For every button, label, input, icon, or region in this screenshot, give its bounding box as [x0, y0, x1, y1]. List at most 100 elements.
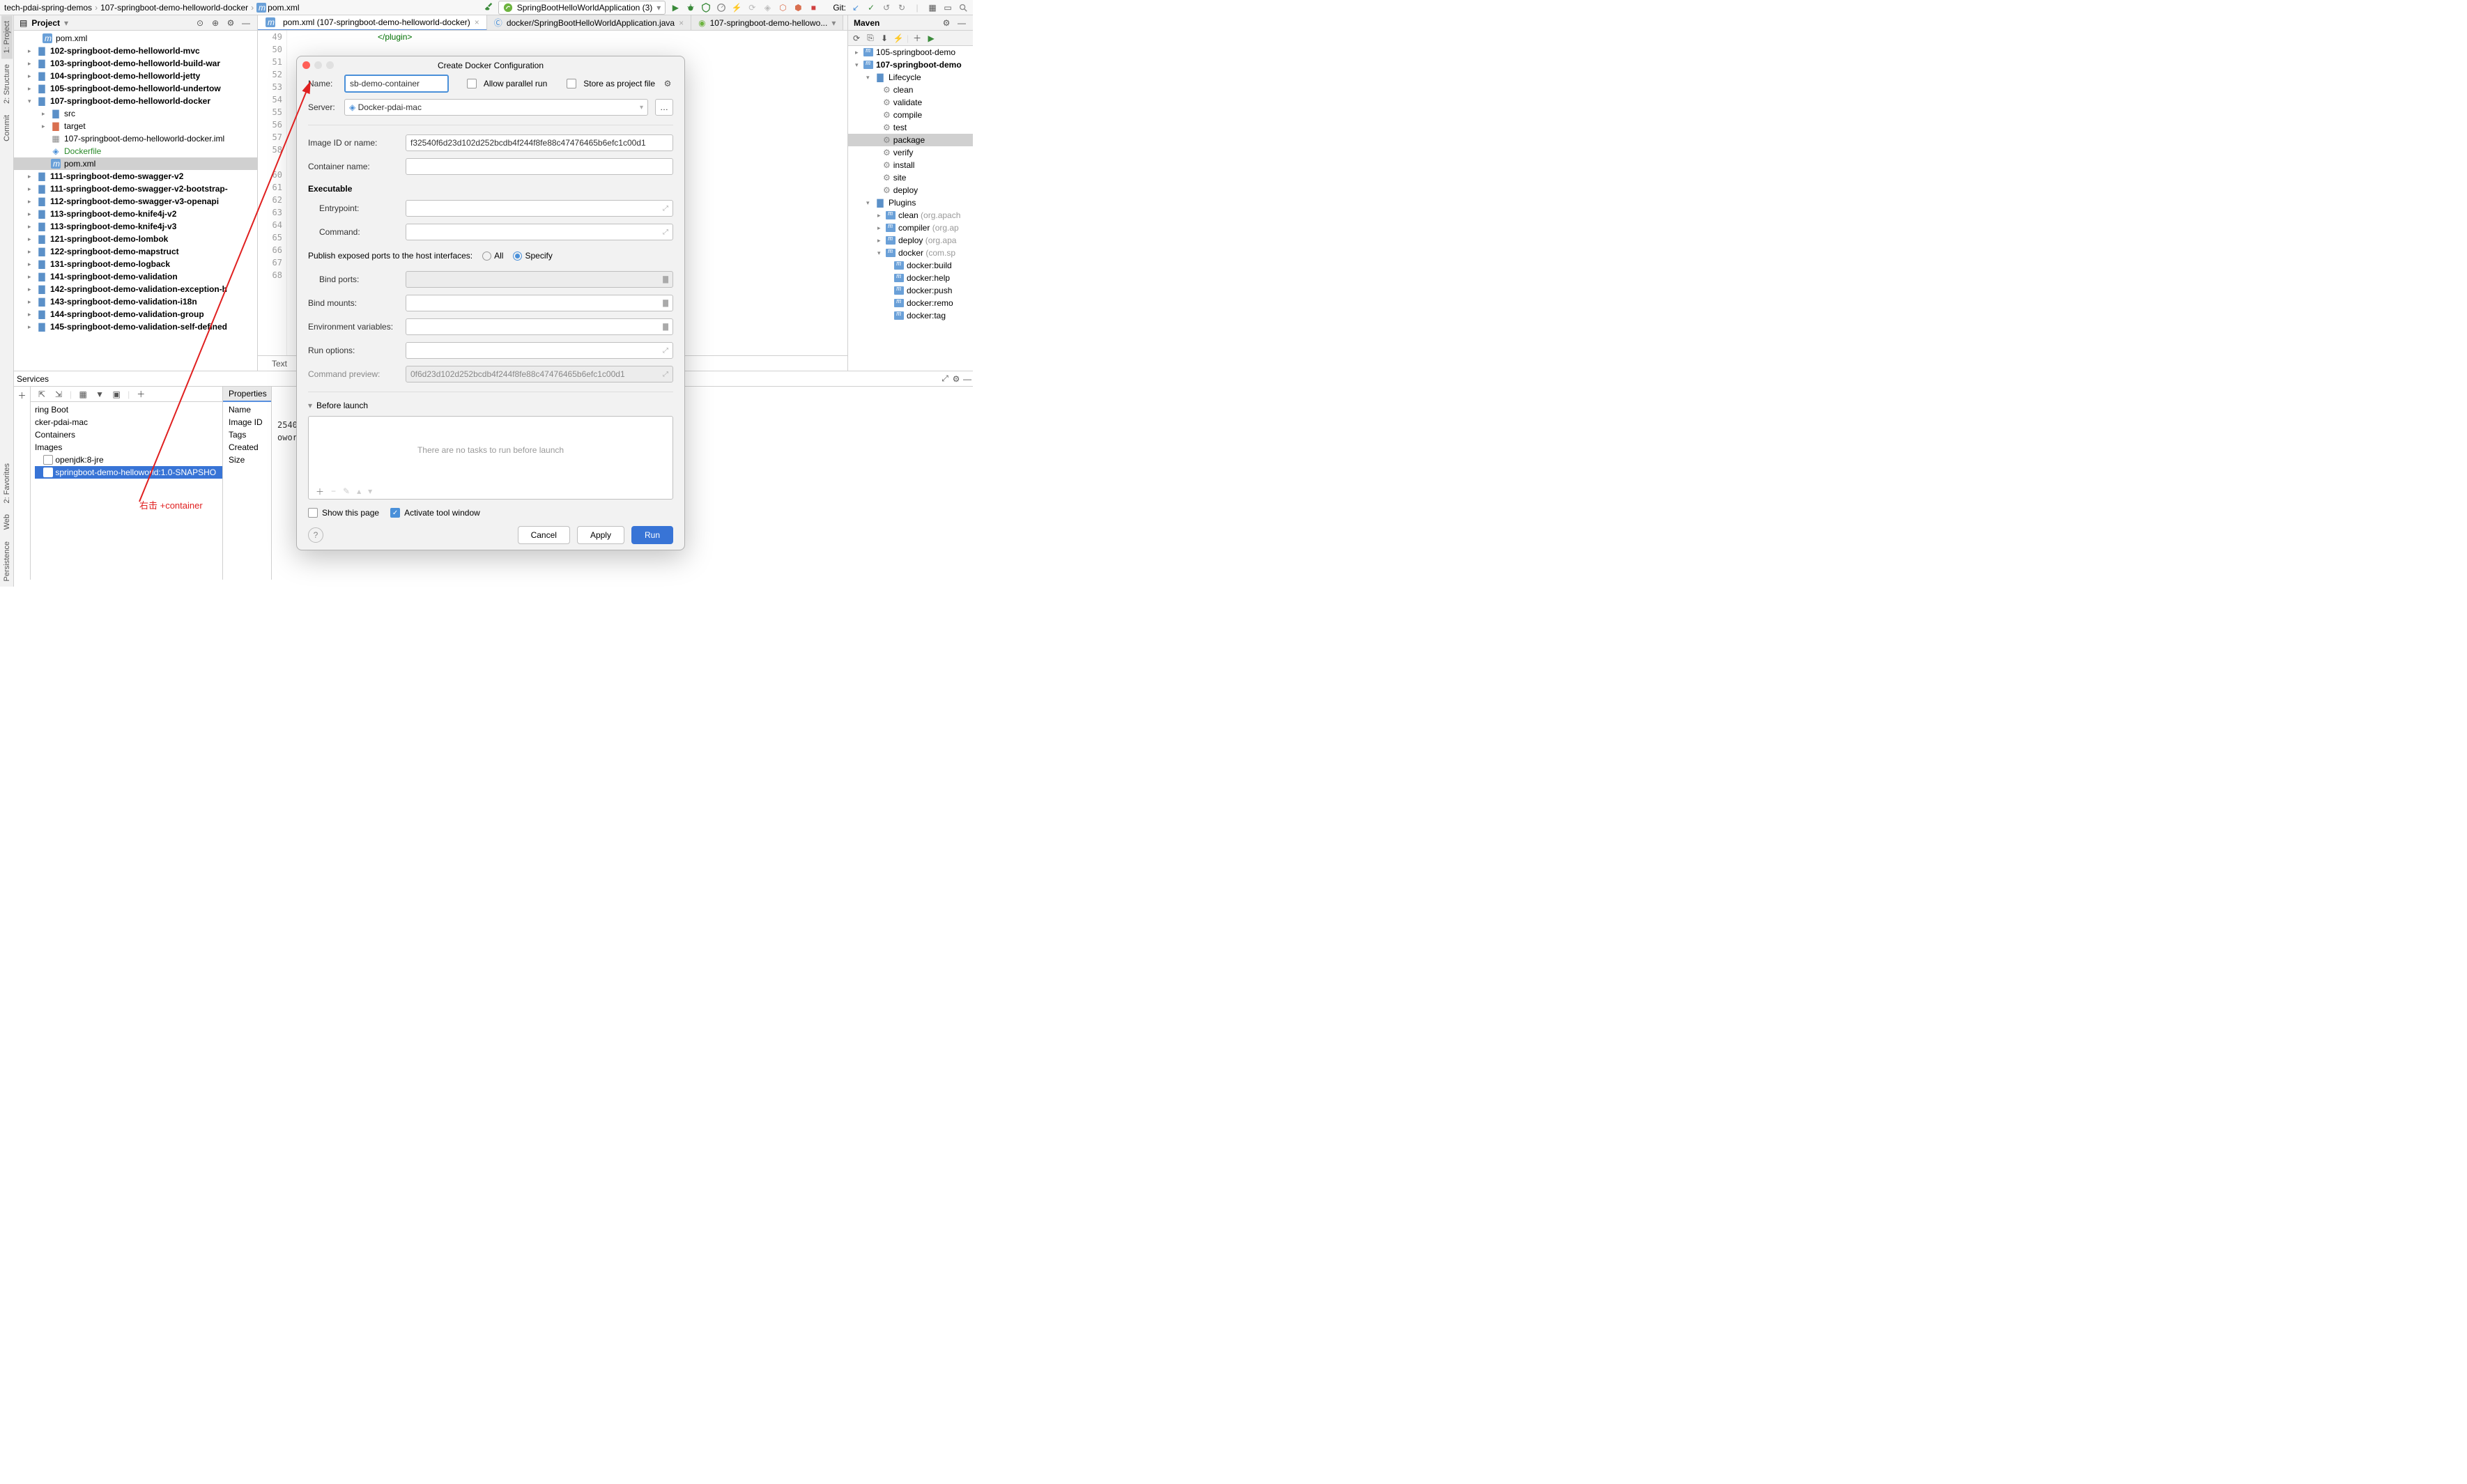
tree-folder[interactable]: ▸▇src	[14, 107, 257, 120]
endpoints-icon[interactable]: ⬢	[792, 2, 804, 13]
remove-icon[interactable]: −	[331, 486, 336, 496]
add-icon[interactable]: ＋	[17, 389, 28, 401]
gear-icon[interactable]: ⚙	[941, 17, 952, 29]
tree-module[interactable]: ▸▇113-springboot-demo-knife4j-v3	[14, 220, 257, 233]
radio-specify[interactable]: Specify	[513, 251, 552, 261]
folder-icon[interactable]: ▇	[663, 300, 668, 307]
group-icon[interactable]: ▦	[77, 389, 89, 400]
expand-icon[interactable]: ⤢	[663, 229, 668, 236]
search-everywhere-icon[interactable]: ▭	[942, 2, 953, 13]
tree-module[interactable]: ▸▇111-springboot-demo-swagger-v2-bootstr…	[14, 183, 257, 195]
maven-task[interactable]: docker:help	[848, 272, 973, 284]
project-tree[interactable]: mpom.xml ▸▇102-springboot-demo-helloworl…	[14, 31, 257, 371]
tree-module[interactable]: ▸▇122-springboot-demo-mapstruct	[14, 245, 257, 258]
maven-goal[interactable]: ⚙site	[848, 171, 973, 184]
command-input[interactable]: ⤢	[406, 224, 673, 240]
git-commit-icon[interactable]: ✓	[866, 2, 877, 13]
tree-module[interactable]: ▸▇144-springboot-demo-validation-group	[14, 308, 257, 320]
bind-mounts-input[interactable]: ▇	[406, 295, 673, 311]
expand-icon[interactable]: ⤢	[663, 205, 668, 212]
chevron-down-icon[interactable]: ▾	[308, 401, 312, 410]
favorites-tool-button[interactable]: 2: Favorites	[1, 458, 13, 509]
tree-node[interactable]: ring Boot	[35, 403, 222, 416]
hotswap-icon[interactable]: ◈	[762, 2, 773, 13]
breadcrumb-root[interactable]: tech-pdai-spring-demos	[4, 3, 92, 13]
tree-module[interactable]: ▸▇141-springboot-demo-validation	[14, 270, 257, 283]
maven-plugins[interactable]: ▾▇Plugins	[848, 196, 973, 209]
run-button[interactable]: Run	[631, 526, 673, 544]
gear-icon[interactable]: ⚙	[225, 17, 236, 29]
tree-module[interactable]: ▸▇105-springboot-demo-helloworld-underto…	[14, 82, 257, 95]
expand-icon[interactable]: ⤢	[663, 371, 668, 378]
env-vars-input[interactable]: ▇	[406, 318, 673, 335]
run-maven-icon[interactable]: ▶	[925, 33, 937, 44]
expand-icon[interactable]: ⤢	[663, 347, 668, 355]
reload-icon[interactable]: ⟳	[851, 33, 862, 44]
breadcrumb-file[interactable]: pom.xml	[268, 3, 299, 13]
maven-goal[interactable]: ⚙test	[848, 121, 973, 134]
maven-goal[interactable]: ⚙validate	[848, 96, 973, 109]
coverage-icon[interactable]	[700, 2, 712, 13]
tree-module[interactable]: ▸▇121-springboot-demo-lombok	[14, 233, 257, 245]
maven-goal[interactable]: ⚙compile	[848, 109, 973, 121]
tree-node[interactable]: openjdk:8-jre	[35, 454, 222, 466]
tree-folder[interactable]: ▸▇target	[14, 120, 257, 132]
activate-tool-window-checkbox[interactable]	[390, 508, 400, 518]
allow-parallel-checkbox[interactable]	[467, 79, 477, 88]
collapse-all-icon[interactable]: ⇲	[53, 389, 64, 400]
tree-module[interactable]: ▸▇104-springboot-demo-helloworld-jetty	[14, 70, 257, 82]
close-icon[interactable]: ×	[679, 18, 684, 28]
tree-file[interactable]: ◈Dockerfile	[14, 145, 257, 157]
editor-tab-other[interactable]: ◉107-springboot-demo-hellowo...▾	[691, 15, 843, 31]
apply-button[interactable]: Apply	[577, 526, 624, 544]
tree-node-selected[interactable]: springboot-demo-helloworld:1.0-SNAPSHO	[35, 466, 222, 479]
text-tab[interactable]: Text	[272, 359, 287, 369]
tree-module[interactable]: ▸▇111-springboot-demo-swagger-v2	[14, 170, 257, 183]
checkbox[interactable]	[43, 467, 53, 477]
expand-all-icon[interactable]: ⇱	[36, 389, 47, 400]
web-tool-button[interactable]: Web	[1, 509, 13, 535]
cancel-button[interactable]: Cancel	[518, 526, 570, 544]
maven-goal[interactable]: ⚙clean	[848, 84, 973, 96]
hammer-build-icon[interactable]	[483, 2, 494, 13]
maven-goal[interactable]: ⚙verify	[848, 146, 973, 159]
hide-panel-icon[interactable]: —	[240, 17, 252, 29]
expand-icon[interactable]: ⤢	[939, 373, 951, 385]
tree-node[interactable]: Images	[35, 441, 222, 454]
dialog-titlebar[interactable]: Create Docker Configuration	[297, 56, 684, 75]
container-name-input[interactable]	[406, 158, 673, 175]
expand-all-icon[interactable]: ⊕	[210, 17, 221, 29]
maven-task[interactable]: docker:remo	[848, 297, 973, 309]
add-icon[interactable]: ＋	[912, 33, 923, 44]
tree-file[interactable]: ▦107-springboot-demo-helloworld-docker.i…	[14, 132, 257, 145]
run-icon[interactable]: ▶	[670, 2, 681, 13]
select-opened-file-icon[interactable]: ⊙	[194, 17, 206, 29]
maven-task[interactable]: docker:build	[848, 259, 973, 272]
maven-lifecycle[interactable]: ▾▇Lifecycle	[848, 71, 973, 84]
generate-sources-icon[interactable]: ⎘	[865, 33, 876, 44]
filter-icon[interactable]: ▼	[94, 389, 105, 400]
search-icon[interactable]	[958, 2, 969, 13]
close-icon[interactable]: ×	[475, 17, 479, 27]
chevron-down-icon[interactable]: ▾	[831, 18, 836, 28]
run-options-input[interactable]: ⤢	[406, 342, 673, 359]
folder-icon[interactable]: ▇	[663, 276, 668, 284]
tree-module[interactable]: ▸▇131-springboot-demo-logback	[14, 258, 257, 270]
help-icon[interactable]: ?	[308, 527, 323, 543]
maven-task[interactable]: docker:push	[848, 284, 973, 297]
run-configuration-selector[interactable]: SpringBootHelloWorldApplication (3) ▾	[498, 1, 666, 15]
download-sources-icon[interactable]: ⬇	[879, 33, 890, 44]
maven-goal-selected[interactable]: ⚙package	[848, 134, 973, 146]
close-window-icon[interactable]	[302, 61, 310, 69]
add-service-icon[interactable]: ＋	[135, 389, 146, 400]
chevron-down-icon[interactable]: ▾	[64, 18, 68, 28]
add-icon[interactable]: ＋	[316, 486, 324, 497]
maven-plugin-open[interactable]: ▾docker (com.sp	[848, 247, 973, 259]
bind-ports-input[interactable]: ▇	[406, 271, 673, 288]
name-input[interactable]: sb-demo-container	[344, 75, 449, 93]
stop-icon[interactable]: ■	[808, 2, 819, 13]
maven-plugin[interactable]: ▸clean (org.apach	[848, 209, 973, 222]
tree-file-selected[interactable]: mpom.xml	[14, 157, 257, 170]
maven-plugin[interactable]: ▸deploy (org.apa	[848, 234, 973, 247]
tree-node[interactable]: cker-pdai-mac	[35, 416, 222, 428]
